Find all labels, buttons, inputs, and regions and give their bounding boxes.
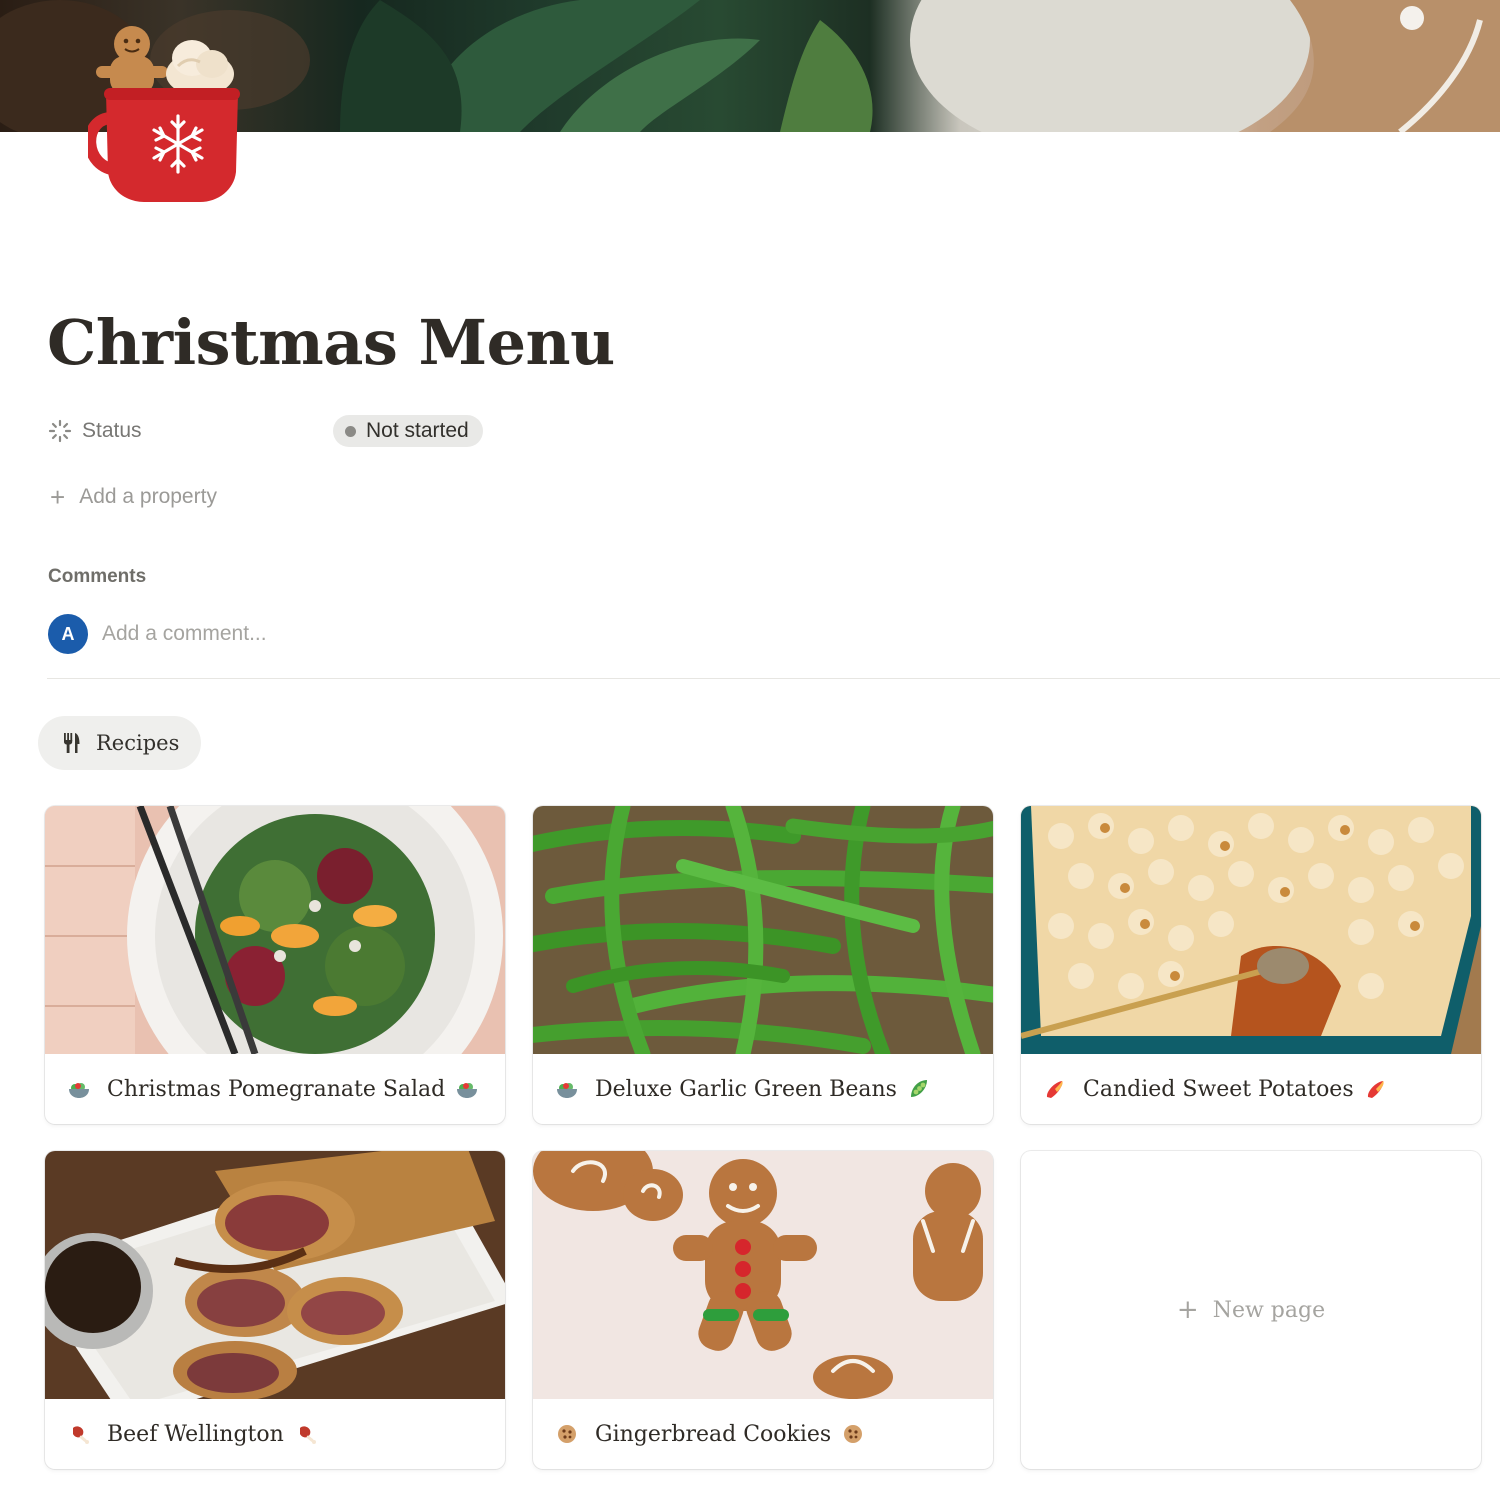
plus-icon: + bbox=[1176, 1295, 1199, 1325]
meat-on-bone-icon bbox=[73, 1426, 89, 1444]
new-page-label: New page bbox=[1212, 1297, 1326, 1323]
sweet-potato-icon bbox=[1367, 1081, 1384, 1098]
status-loading-icon bbox=[48, 419, 72, 443]
card-title: Gingerbread Cookies bbox=[533, 1399, 993, 1469]
card-title: Beef Wellington bbox=[45, 1399, 505, 1469]
cookie-icon bbox=[558, 1425, 576, 1443]
card-cover-image bbox=[1021, 806, 1481, 1054]
add-property-label: Add a property bbox=[79, 485, 217, 508]
fork-knife-icon bbox=[64, 733, 80, 753]
salad-bowl-icon bbox=[557, 1083, 577, 1098]
pea-pod-icon bbox=[910, 1080, 927, 1097]
tab-label: Recipes bbox=[96, 731, 180, 755]
gallery-card[interactable]: Deluxe Garlic Green Beans bbox=[533, 806, 993, 1124]
new-page-card[interactable]: + New page bbox=[1021, 1151, 1481, 1469]
salad-bowl-icon bbox=[457, 1083, 478, 1098]
tab-recipes[interactable]: Recipes bbox=[38, 716, 202, 770]
status-value: Not started bbox=[366, 419, 469, 442]
status-badge[interactable]: Not started bbox=[333, 415, 483, 447]
property-name-status[interactable]: Status bbox=[48, 414, 142, 448]
avatar: A bbox=[48, 614, 88, 654]
salad-bowl-icon bbox=[69, 1083, 89, 1098]
card-title-text: Beef Wellington bbox=[107, 1421, 284, 1447]
gallery-card[interactable]: Gingerbread Cookies bbox=[533, 1151, 993, 1469]
card-title: Deluxe Garlic Green Beans bbox=[533, 1054, 993, 1124]
gallery-card[interactable]: Christmas Pomegranate Salad bbox=[45, 806, 505, 1124]
property-label-status: Status bbox=[82, 419, 142, 442]
comment-input[interactable] bbox=[102, 622, 602, 646]
property-row-status: Status Not started bbox=[48, 414, 748, 448]
sweet-potato-icon bbox=[1046, 1081, 1063, 1098]
hot-cocoa-mug-icon[interactable] bbox=[84, 22, 246, 206]
status-dot bbox=[345, 425, 356, 437]
card-cover-image bbox=[45, 1151, 505, 1399]
card-title-text: Gingerbread Cookies bbox=[595, 1421, 832, 1447]
card-title: Candied Sweet Potatoes bbox=[1021, 1054, 1481, 1124]
card-title-text: Candied Sweet Potatoes bbox=[1083, 1076, 1354, 1102]
card-title-text: Deluxe Garlic Green Beans bbox=[595, 1076, 897, 1102]
card-title-text: Christmas Pomegranate Salad bbox=[107, 1076, 446, 1102]
add-property-button[interactable]: + Add a property bbox=[50, 480, 217, 514]
card-title: Christmas Pomegranate Salad bbox=[45, 1054, 505, 1124]
comments-heading: Comments bbox=[48, 566, 147, 587]
card-cover-image bbox=[533, 1151, 993, 1399]
meat-on-bone-icon bbox=[299, 1426, 316, 1444]
gallery-card[interactable]: Candied Sweet Potatoes bbox=[1021, 806, 1481, 1124]
card-cover-image bbox=[533, 806, 993, 1054]
gallery-card[interactable]: Beef Wellington bbox=[45, 1151, 505, 1469]
divider bbox=[47, 678, 1500, 679]
cookie-icon bbox=[844, 1425, 863, 1443]
page-title[interactable]: Christmas Menu bbox=[47, 306, 615, 379]
plus-icon: + bbox=[50, 481, 66, 512]
new-page-button[interactable]: + New page bbox=[1177, 1295, 1325, 1325]
card-cover-image bbox=[45, 806, 505, 1054]
comment-composer: A bbox=[48, 614, 602, 654]
